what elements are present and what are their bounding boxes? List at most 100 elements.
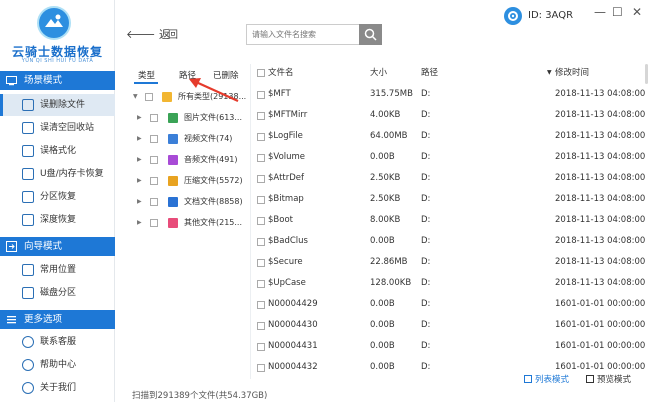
chevron-right-icon[interactable]: ▶: [137, 107, 142, 129]
chevron-right-icon[interactable]: ▶: [137, 170, 142, 192]
checkbox[interactable]: [150, 198, 158, 206]
row-checkbox[interactable]: [257, 343, 265, 351]
chevron-right-icon[interactable]: ▶: [137, 128, 142, 150]
modified-time: 2018-11-13 04:08:00: [555, 278, 646, 288]
sidebar-item-deleted-files[interactable]: 误删除文件: [0, 94, 115, 116]
column-header-name[interactable]: 文件名: [268, 64, 294, 82]
row-checkbox[interactable]: [257, 280, 265, 288]
table-row[interactable]: $Bitmap 2.50KB D: 2018-11-13 04:08:00: [251, 189, 650, 210]
chevron-right-icon[interactable]: ▶: [137, 212, 142, 234]
file-size: 0.00B: [370, 236, 395, 246]
row-checkbox[interactable]: [257, 112, 265, 120]
chevron-right-icon[interactable]: ▶: [137, 191, 142, 213]
sidebar-item-help[interactable]: 帮助中心: [0, 354, 115, 376]
sidebar-item-support[interactable]: 联系客服: [0, 331, 115, 353]
table-row[interactable]: $Volume 0.00B D: 2018-11-13 04:08:00: [251, 147, 650, 168]
sidebar-item-recycle-bin[interactable]: 误清空回收站: [0, 117, 115, 139]
row-checkbox[interactable]: [257, 175, 265, 183]
list-mode-button[interactable]: 列表模式: [524, 373, 569, 385]
row-checkbox[interactable]: [257, 196, 265, 204]
sidebar-item-usb[interactable]: U盘/内存卡恢复: [0, 163, 115, 185]
file-name: $UpCase: [268, 278, 306, 288]
section-label: 更多选项: [24, 314, 63, 325]
checkbox[interactable]: [150, 156, 158, 164]
column-header-path[interactable]: 路径: [421, 64, 438, 82]
sidebar-item-label: 误清空回收站: [40, 123, 95, 133]
preview-mode-button[interactable]: 预览模式: [586, 373, 631, 385]
table-row[interactable]: N00004430 0.00B D: 1601-01-01 00:00:00: [251, 315, 650, 336]
tree-item-label: 文档文件(8858): [184, 197, 243, 206]
row-checkbox[interactable]: [257, 238, 265, 246]
table-row[interactable]: $MFT 315.75MB D: 2018-11-13 04:08:00: [251, 84, 650, 105]
modified-time: 2018-11-13 04:08:00: [555, 194, 646, 204]
column-header-modified[interactable]: 修改时间: [555, 64, 589, 82]
table-row[interactable]: $AttrDef 2.50KB D: 2018-11-13 04:08:00: [251, 168, 650, 189]
file-size: 0.00B: [370, 152, 395, 162]
scene-icon: [6, 76, 17, 86]
tree-item-images[interactable]: ▶ 图片文件(613...: [116, 107, 249, 129]
section-more-options[interactable]: 更多选项: [0, 310, 115, 329]
row-checkbox[interactable]: [257, 154, 265, 162]
tree-item-all-types[interactable]: ▼ 所有类型(29138...: [116, 86, 249, 108]
section-wizard-mode[interactable]: 向导模式: [0, 237, 115, 256]
minimize-button[interactable]: —: [594, 5, 606, 19]
table-row[interactable]: $UpCase 128.00KB D: 2018-11-13 04:08:00: [251, 273, 650, 294]
row-checkbox[interactable]: [257, 364, 265, 372]
checkbox[interactable]: [150, 177, 158, 185]
tab-deleted[interactable]: 已删除: [213, 69, 239, 81]
section-scene-mode[interactable]: 场景模式: [0, 71, 115, 90]
row-checkbox[interactable]: [257, 322, 265, 330]
file-name: $BadClus: [268, 236, 308, 246]
chevron-right-icon[interactable]: ▶: [137, 149, 142, 171]
table-row[interactable]: $Secure 22.86MB D: 2018-11-13 04:08:00: [251, 252, 650, 273]
row-checkbox[interactable]: [257, 133, 265, 141]
sidebar-item-common-locations[interactable]: 常用位置: [0, 259, 115, 281]
row-checkbox[interactable]: [257, 217, 265, 225]
select-all-checkbox[interactable]: [257, 69, 265, 77]
tree-item-videos[interactable]: ▶ 视频文件(74): [116, 128, 249, 150]
table-row[interactable]: N00004429 0.00B D: 1601-01-01 00:00:00: [251, 294, 650, 315]
tree-item-archives[interactable]: ▶ 压缩文件(5572): [116, 170, 249, 192]
file-path: D:: [421, 110, 431, 120]
list-mode-label: 列表模式: [535, 375, 570, 385]
sidebar-item-format[interactable]: 误格式化: [0, 140, 115, 162]
file-size: 22.86MB: [370, 257, 408, 267]
back-button[interactable]: 🡐 返: [126, 26, 170, 42]
tree-item-documents[interactable]: ▶ 文档文件(8858): [116, 191, 249, 213]
row-checkbox[interactable]: [257, 259, 265, 267]
audio-file-icon: [168, 155, 178, 165]
table-row[interactable]: $MFTMirr 4.00KB D: 2018-11-13 04:08:00: [251, 105, 650, 126]
file-size: 315.75MB: [370, 89, 413, 99]
tree-item-others[interactable]: ▶ 其他文件(215...: [116, 212, 249, 234]
sidebar-item-deep-recovery[interactable]: 深度恢复: [0, 209, 115, 231]
table-row[interactable]: $Boot 8.00KB D: 2018-11-13 04:08:00: [251, 210, 650, 231]
checkbox[interactable]: [150, 135, 158, 143]
checkbox[interactable]: [150, 219, 158, 227]
tab-path[interactable]: 路径: [179, 69, 196, 81]
table-row[interactable]: $LogFile 64.00MB D: 2018-11-13 04:08:00: [251, 126, 650, 147]
tree-item-audio[interactable]: ▶ 音频文件(491): [116, 149, 249, 171]
sidebar-item-about[interactable]: 关于我们: [0, 377, 115, 399]
file-size: 0.00B: [370, 362, 395, 372]
search-button[interactable]: [359, 24, 382, 45]
column-header-size[interactable]: 大小: [370, 64, 387, 82]
home-button[interactable]: 回: [168, 26, 178, 41]
row-checkbox[interactable]: [257, 301, 265, 309]
video-file-icon: [168, 134, 178, 144]
row-checkbox[interactable]: [257, 91, 265, 99]
table-row[interactable]: $BadClus 0.00B D: 2018-11-13 04:08:00: [251, 231, 650, 252]
sidebar-item-label: 误格式化: [40, 146, 77, 156]
home-label: 回: [168, 30, 178, 41]
checkbox[interactable]: [145, 93, 153, 101]
maximize-button[interactable]: ☐: [612, 5, 623, 19]
sidebar-item-partition[interactable]: 分区恢复: [0, 186, 115, 208]
scrollbar[interactable]: [645, 64, 648, 84]
gear-icon[interactable]: [504, 7, 522, 25]
chevron-down-icon[interactable]: ▼: [133, 86, 138, 108]
table-row[interactable]: N00004431 0.00B D: 1601-01-01 00:00:00: [251, 336, 650, 357]
file-name: $MFTMirr: [268, 110, 308, 120]
checkbox[interactable]: [150, 114, 158, 122]
tab-type[interactable]: 类型: [138, 69, 155, 81]
close-button[interactable]: ✕: [632, 5, 642, 19]
sidebar-item-disk-partition[interactable]: 磁盘分区: [0, 282, 115, 304]
